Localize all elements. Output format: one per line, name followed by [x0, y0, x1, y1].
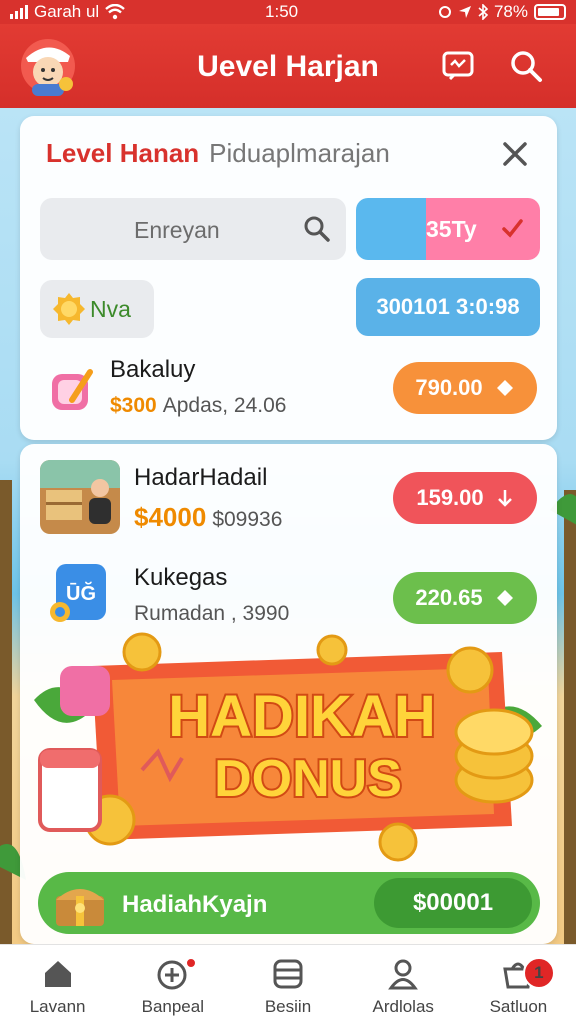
filter-toggle[interactable]: 35Ty [356, 198, 540, 260]
buy-button[interactable]: 790.00 [393, 362, 537, 414]
item-name: Kukegas [134, 564, 228, 591]
app-tile-icon: ŪĞ [50, 564, 106, 622]
alarm-icon [438, 6, 451, 18]
notification-dot [185, 957, 198, 969]
app-header: Uevel Harjan [0, 24, 576, 108]
notepad-icon [52, 369, 93, 410]
shop-image [40, 460, 120, 534]
nav-item-add[interactable]: Banpeal [115, 945, 230, 1024]
check-icon [502, 219, 523, 238]
bonus-label: HadiahKyajn [122, 891, 268, 918]
battery-icon [533, 4, 566, 20]
item-price: $300 [110, 394, 157, 417]
bluetooth-icon [478, 4, 488, 20]
home-icon [44, 961, 71, 987]
chat-button[interactable] [438, 46, 478, 86]
buy-button[interactable]: 159.00 [393, 472, 537, 524]
app-title: Uevel Harjan [197, 50, 379, 83]
nav-label: Ardlolas [372, 997, 434, 1016]
search-button[interactable] [506, 46, 546, 86]
banner-line-2: DONUS [214, 750, 402, 808]
profile-icon [388, 959, 419, 990]
nav-item-profile[interactable]: Ardlolas [346, 945, 461, 1024]
bonus-banner[interactable]: HADIKAH DONUS [32, 630, 544, 866]
nav-label: Satluon [489, 997, 548, 1016]
level-chip[interactable]: Nva [40, 280, 154, 338]
diamond-icon [496, 380, 513, 396]
nav-label: Besiin [264, 997, 312, 1016]
search-input-value: Enreyan [134, 217, 220, 243]
timer-pill[interactable]: 300101 3:0:98 [356, 278, 540, 336]
calendar-icon [38, 748, 102, 832]
level-panel: Level Hanan Piduaplmarajan Enreyan 35Ty N… [20, 116, 557, 440]
nav-item-home[interactable]: Lavann [0, 945, 115, 1024]
chat-icon [442, 51, 474, 81]
panel-title-primary: Level Hanan [46, 138, 200, 168]
battery-percent: 78% [493, 2, 528, 21]
search-input[interactable]: Enreyan [40, 198, 346, 260]
list-item[interactable]: Bakaluy $300 Apdas, 24.06 790.00 [20, 354, 557, 438]
status-bar: Garah ul 1:50 78% [0, 0, 576, 24]
buy-button[interactable]: 220.65 [393, 572, 537, 624]
item-name: Bakaluy [110, 356, 196, 383]
list-item[interactable]: HadarHadail $4000 $09936 159.00 [20, 444, 557, 544]
gift-icon [60, 666, 110, 716]
wifi-icon [105, 4, 125, 20]
nav-label: Lavann [29, 997, 86, 1016]
nav-item-cart[interactable]: 1 Satluon [461, 945, 576, 1024]
claim-bonus-button[interactable]: HadiahKyajn $00001 [38, 872, 540, 934]
nav-item-list[interactable]: Besiin [230, 945, 345, 1024]
item-subtitle: $4000 $09936 [134, 502, 282, 533]
bonus-amount: $00001 [374, 878, 532, 928]
item-detail: Rumadan , 3990 [134, 602, 290, 625]
cart-badge: 1 [522, 957, 555, 989]
medal-icon [53, 293, 85, 325]
list-icon [273, 959, 303, 989]
clock: 1:50 [265, 2, 299, 21]
signal-icon [10, 5, 28, 19]
level-chip-label: Nva [90, 296, 131, 322]
download-arrow-icon [497, 490, 512, 507]
search-icon [511, 51, 542, 82]
nav-label: Banpeal [141, 997, 204, 1016]
item-subtitle: Rumadan , 3990 [134, 602, 289, 626]
item-name: HadarHadail [134, 464, 268, 491]
buy-button-label: 220.65 [415, 585, 483, 610]
buy-button-label: 790.00 [415, 375, 483, 400]
buy-button-label: 159.00 [416, 485, 484, 510]
item-detail: Apdas, 24.06 [162, 394, 287, 417]
carrier-label: Garah ul [34, 2, 100, 21]
diamond-icon [496, 590, 513, 606]
item-detail: $09936 [212, 508, 283, 531]
panel-title-secondary: Piduaplmarajan [209, 138, 390, 168]
item-subtitle: $300 Apdas, 24.06 [110, 394, 286, 418]
banner-line-1: HADIKAH [168, 684, 435, 749]
filter-toggle-label: 35Ty [426, 216, 477, 242]
panel-title: Level Hanan Piduaplmarajan [46, 138, 390, 169]
svg-text:ŪĞ: ŪĞ [66, 581, 96, 605]
bottom-nav: Lavann Banpeal Besiin Ardlolas 1 Satluon [0, 944, 576, 1024]
treasure-chest-icon [56, 889, 104, 926]
close-icon[interactable] [497, 136, 533, 172]
search-icon[interactable] [302, 214, 332, 244]
item-price: $4000 [134, 502, 207, 532]
location-icon [458, 6, 471, 18]
